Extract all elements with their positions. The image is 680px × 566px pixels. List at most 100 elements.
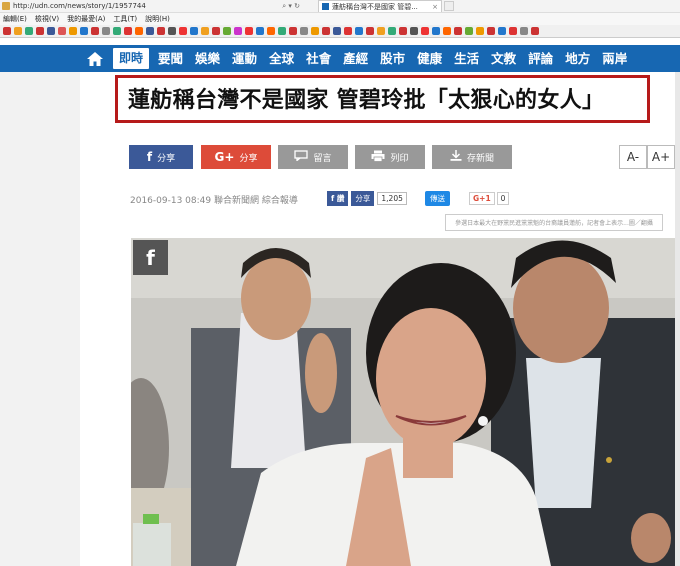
menu-edit[interactable]: 編輯(E) — [3, 14, 27, 24]
facebook-share-button[interactable]: f 分享 — [129, 145, 193, 169]
fav-icon[interactable] — [190, 27, 198, 35]
nav-item[interactable]: 運動 — [226, 45, 263, 72]
fav-icon[interactable] — [25, 27, 33, 35]
fav-icon[interactable] — [3, 27, 11, 35]
fav-icon[interactable] — [476, 27, 484, 35]
fav-icon[interactable] — [135, 27, 143, 35]
fav-icon[interactable] — [36, 27, 44, 35]
font-larger-button[interactable]: A+ — [647, 145, 675, 169]
fav-icon[interactable] — [377, 27, 385, 35]
new-tab-button[interactable] — [444, 1, 454, 11]
fav-icon[interactable] — [289, 27, 297, 35]
fav-icon[interactable] — [80, 27, 88, 35]
fav-icon[interactable] — [58, 27, 66, 35]
nav-item[interactable]: 娛樂 — [189, 45, 226, 72]
browser-address-bar: http://udn.com/news/story/1/1957744 ⌕ ▾ … — [0, 0, 680, 13]
page-icon — [2, 2, 10, 10]
print-button[interactable]: 列印 — [355, 145, 425, 169]
fav-icon[interactable] — [278, 27, 286, 35]
nav-item[interactable]: 產經 — [337, 45, 374, 72]
nav-item[interactable]: 要聞 — [152, 45, 189, 72]
fav-icon[interactable] — [300, 27, 308, 35]
nav-item[interactable]: 全球 — [263, 45, 300, 72]
favorites-bar — [0, 25, 680, 38]
fav-icon[interactable] — [69, 27, 77, 35]
home-icon[interactable] — [80, 45, 110, 72]
fav-icon[interactable] — [311, 27, 319, 35]
fav-icon[interactable] — [399, 27, 407, 35]
comment-icon — [294, 150, 309, 164]
menu-favorites[interactable]: 我的最愛(A) — [67, 14, 105, 24]
fb-like-button[interactable]: f 讚 — [327, 191, 349, 206]
fav-icon[interactable] — [113, 27, 121, 35]
fav-icon[interactable] — [355, 27, 363, 35]
fav-icon[interactable] — [443, 27, 451, 35]
fav-icon[interactable] — [201, 27, 209, 35]
browser-tab[interactable]: 蓮舫稱台灣不是國家 管碧... × — [318, 0, 442, 12]
menu-help[interactable]: 說明(H) — [145, 14, 170, 24]
menu-bar: 編輯(E) 檢視(V) 我的最愛(A) 工具(T) 說明(H) — [0, 13, 680, 25]
fav-icon[interactable] — [146, 27, 154, 35]
fav-icon[interactable] — [14, 27, 22, 35]
fb-share-count: 1,205 — [377, 192, 407, 205]
menu-view[interactable]: 檢視(V) — [35, 14, 59, 24]
fav-icon[interactable] — [157, 27, 165, 35]
fav-icon[interactable] — [531, 27, 539, 35]
fav-icon[interactable] — [322, 27, 330, 35]
fav-icon[interactable] — [520, 27, 528, 35]
facebook-icon: f — [331, 194, 335, 203]
fav-icon[interactable] — [410, 27, 418, 35]
fav-icon[interactable] — [267, 27, 275, 35]
font-smaller-button[interactable]: A- — [619, 145, 647, 169]
nav-item[interactable]: 地方 — [559, 45, 596, 72]
fav-icon[interactable] — [344, 27, 352, 35]
gplus-count: 0 — [496, 192, 510, 205]
fav-icon[interactable] — [333, 27, 341, 35]
fav-icon[interactable] — [421, 27, 429, 35]
fav-icon[interactable] — [212, 27, 220, 35]
nav-item[interactable]: 社會 — [300, 45, 337, 72]
share-label: 分享 — [239, 153, 258, 164]
fav-icon[interactable] — [256, 27, 264, 35]
search-icon[interactable]: ⌕ ▾ ↻ — [282, 2, 300, 11]
gplus-button[interactable]: G+1 — [469, 192, 495, 205]
fav-icon[interactable] — [223, 27, 231, 35]
fav-icon[interactable] — [245, 27, 253, 35]
fb-like-widget[interactable]: f 讚 分享 1,205 — [327, 191, 407, 206]
fav-icon[interactable] — [47, 27, 55, 35]
fav-icon[interactable] — [487, 27, 495, 35]
gplus-widget[interactable]: G+1 0 — [469, 191, 510, 206]
fav-icon[interactable] — [465, 27, 473, 35]
fav-icon[interactable] — [91, 27, 99, 35]
fav-icon[interactable] — [454, 27, 462, 35]
nav-item[interactable]: 股市 — [374, 45, 411, 72]
comment-button[interactable]: 留言 — [278, 145, 348, 169]
facebook-icon[interactable]: f — [133, 240, 168, 275]
fav-icon[interactable] — [432, 27, 440, 35]
fav-icon[interactable] — [388, 27, 396, 35]
fav-icon[interactable] — [366, 27, 374, 35]
save-icon — [450, 150, 462, 164]
fav-icon[interactable] — [498, 27, 506, 35]
google-plus-share-button[interactable]: G+ 分享 — [201, 145, 271, 169]
nav-item[interactable]: 評論 — [522, 45, 559, 72]
close-tab-icon[interactable]: × — [432, 3, 438, 11]
fav-icon[interactable] — [102, 27, 110, 35]
fav-icon[interactable] — [168, 27, 176, 35]
fav-icon[interactable] — [509, 27, 517, 35]
menu-tools[interactable]: 工具(T) — [113, 14, 137, 24]
nav-item[interactable]: 文教 — [485, 45, 522, 72]
url-field[interactable]: http://udn.com/news/story/1/1957744 ⌕ ▾ … — [2, 1, 300, 11]
line-share-button[interactable]: 傳送 — [425, 191, 450, 206]
fav-icon[interactable] — [234, 27, 242, 35]
fb-share-button[interactable]: 分享 — [351, 191, 375, 206]
nav-item[interactable]: 兩岸 — [596, 45, 633, 72]
fav-icon[interactable] — [124, 27, 132, 35]
fav-icon[interactable] — [179, 27, 187, 35]
fb-like-label: 讚 — [336, 194, 345, 203]
nav-item[interactable]: 健康 — [411, 45, 448, 72]
nav-item-active[interactable]: 即時 — [113, 48, 150, 69]
save-news-button[interactable]: 存新聞 — [432, 145, 512, 169]
line-send-label: 傳送 — [425, 191, 450, 206]
nav-item[interactable]: 生活 — [448, 45, 485, 72]
